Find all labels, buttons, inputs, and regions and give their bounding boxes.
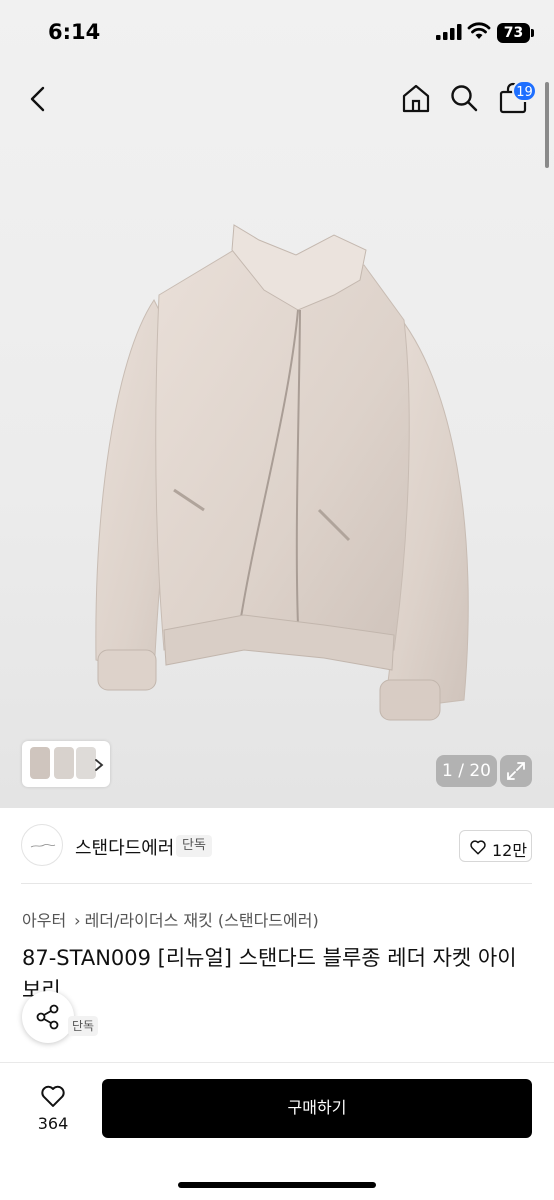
brand-like-count: 12만 [492,841,528,860]
product-jacket-image [95,224,469,721]
exclusive-badge: 단독 [68,1016,99,1036]
wishlist-button[interactable]: 364 [22,1080,84,1140]
image-counter: 1 / 20 [436,755,497,787]
product-image-gallery[interactable]: 6:14 73 19 1 / 20 [0,0,554,808]
breadcrumb: 아우터 › 레더/라이더스 재킷 (스탠다드에러) [22,907,319,931]
back-arrow-icon[interactable] [26,84,50,114]
search-icon[interactable] [449,83,479,113]
wishlist-count: 364 [37,1114,69,1133]
battery-icon: 73 [497,23,530,43]
breadcrumb-subcategory[interactable]: 레더/라이더스 재킷 (스탠다드에러) [85,911,319,930]
chevron-right-icon[interactable] [92,758,106,772]
share-icon [36,1004,59,1030]
brand-name[interactable]: 스탠다드에러 [75,834,174,860]
brand-logo[interactable] [21,824,63,866]
fullscreen-button[interactable] [500,755,532,787]
exclusive-badge: 단독 [176,835,212,857]
home-indicator [178,1182,376,1188]
status-time: 6:14 [48,20,101,44]
wifi-icon [467,22,491,39]
thumbnail-image[interactable] [54,747,74,779]
heart-icon [470,840,486,855]
heart-icon [41,1085,65,1107]
scroll-indicator [545,82,549,168]
battery-tip [531,29,534,37]
thumbnail-image[interactable] [30,747,50,779]
buy-button[interactable]: 구매하기 [102,1079,532,1138]
home-icon[interactable] [400,82,432,114]
status-bar: 6:14 73 [0,0,554,66]
cellular-signal-icon [436,24,462,40]
breadcrumb-category[interactable]: 아우터 [22,911,66,930]
expand-icon [507,762,525,780]
cart-count-badge: 19 [512,80,537,102]
divider [21,883,532,884]
brand-like-button[interactable]: 12만 [459,830,532,862]
brand-logo-mark [30,844,56,848]
share-button[interactable] [22,991,74,1043]
chevron-right-icon: › [74,911,81,930]
product-title: 87-STAN009 [리뉴얼] 스탠다드 블루종 레더 자켓 아이보리 [22,946,517,1002]
